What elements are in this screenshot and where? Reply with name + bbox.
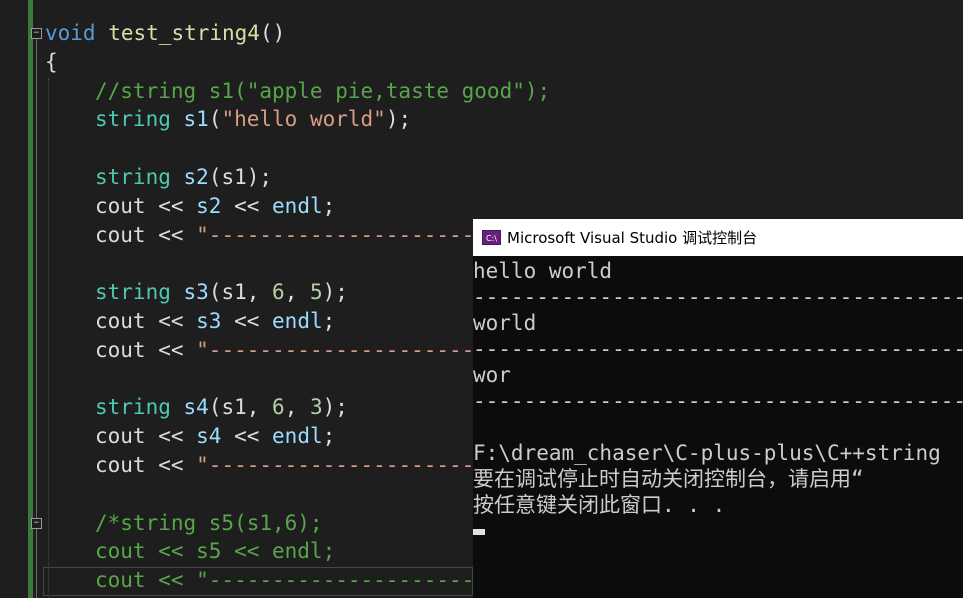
code-line[interactable]: string s2(s1); <box>45 163 963 192</box>
change-tracking-bar <box>28 0 33 598</box>
fold-guide-line <box>36 529 37 598</box>
console-line: hello world <box>473 259 613 283</box>
console-title: Microsoft Visual Studio 调试控制台 <box>507 229 758 247</box>
code-token: void <box>45 21 96 45</box>
code-line[interactable]: cout << s2 << endl; <box>45 192 963 221</box>
code-token: s2 <box>183 164 209 189</box>
code-token: << <box>221 193 273 218</box>
code-token: test_string4 <box>108 21 260 45</box>
console-app-icon: C:\ <box>482 230 501 245</box>
code-token: string <box>95 395 171 420</box>
code-token: ( <box>208 107 222 132</box>
console-line: 要在调试停止时自动关闭控制台，请启用“ <box>473 467 864 491</box>
code-token: cout << <box>95 424 197 449</box>
debug-console-window[interactable]: C:\ Microsoft Visual Studio 调试控制台 hello … <box>473 219 963 598</box>
code-token: 6 <box>272 395 285 420</box>
code-token: s4 <box>196 424 222 449</box>
code-token: cout << <box>95 337 197 362</box>
console-line: ---------------------------------------- <box>473 389 963 413</box>
code-line[interactable]: //string s1("apple pie,taste good"); <box>45 77 963 106</box>
console-line: ---------------------------------------- <box>473 285 963 309</box>
code-token: (s1, <box>208 280 273 305</box>
code-token: s2 <box>196 193 222 218</box>
code-token: s4 <box>183 395 209 420</box>
code-token: cout << <box>95 452 197 477</box>
code-token: "--------------------- <box>196 222 475 247</box>
code-token: ; <box>322 424 336 449</box>
code-token: , <box>284 395 310 420</box>
code-token: string <box>95 107 171 132</box>
console-line: 按任意键关闭此窗口. . . <box>473 493 726 517</box>
code-token: s3 <box>183 280 209 305</box>
console-cursor-line <box>473 518 963 544</box>
collapse-comment-icon[interactable]: − <box>31 518 42 529</box>
code-token: cout << <box>95 308 197 333</box>
code-token: << <box>221 424 273 449</box>
code-line[interactable] <box>45 134 963 163</box>
code-token: ); <box>322 395 348 420</box>
console-line: wor <box>473 363 511 387</box>
code-token: ); <box>322 280 348 305</box>
code-token: //string s1("apple pie,taste good"); <box>95 78 551 103</box>
code-token: endl <box>272 193 323 218</box>
code-token: cout << s5 << endl; <box>95 539 336 564</box>
editor-gutter <box>0 0 28 598</box>
console-output: hello world ----------------------------… <box>473 256 963 544</box>
console-line: F:\dream_chaser\C-plus-plus\C++string <box>473 441 941 465</box>
code-line[interactable]: void test_string4() <box>45 19 963 48</box>
code-token: << <box>221 308 273 333</box>
collapse-function-icon[interactable]: − <box>31 28 42 39</box>
code-line[interactable]: string s1("hello world"); <box>45 105 963 134</box>
code-token: endl <box>272 424 323 449</box>
code-token: 6 <box>272 280 285 305</box>
code-token: , <box>284 280 310 305</box>
code-token: s1 <box>183 107 209 132</box>
code-token: string <box>95 280 171 305</box>
code-token: "hello world" <box>221 107 386 132</box>
code-token: "--------------------- <box>196 452 475 477</box>
code-token: endl <box>272 308 323 333</box>
code-token: 5 <box>309 280 323 305</box>
code-token: ; <box>322 308 336 333</box>
code-token: () <box>259 21 286 45</box>
code-token: (s1, <box>208 395 273 420</box>
code-token: s3 <box>196 308 222 333</box>
code-token: /*string s5(s1,6); <box>95 510 323 535</box>
fold-guide-line <box>36 39 37 518</box>
code-line[interactable]: { <box>45 48 963 77</box>
code-token: ; <box>322 193 336 218</box>
code-token: ); <box>385 107 412 132</box>
console-line: ---------------------------------------- <box>473 337 963 361</box>
code-token: 3 <box>309 395 323 420</box>
code-token: { <box>45 49 58 74</box>
console-cursor <box>473 529 485 535</box>
code-token: cout << "--------------------- <box>95 568 475 593</box>
code-token: "--------------------- <box>196 337 475 362</box>
code-token: cout << <box>95 193 197 218</box>
console-line: world <box>473 311 537 335</box>
code-token: cout << <box>95 222 197 247</box>
code-token: string <box>95 164 171 189</box>
code-token: (s1); <box>208 164 273 189</box>
console-titlebar[interactable]: C:\ Microsoft Visual Studio 调试控制台 <box>473 219 963 256</box>
